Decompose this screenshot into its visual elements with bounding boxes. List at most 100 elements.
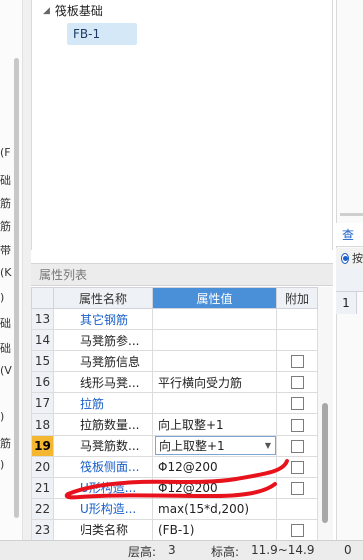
add-cell xyxy=(276,307,318,331)
tree-node-selected[interactable]: FB-1 xyxy=(67,23,137,45)
left-text-7: ) xyxy=(0,291,5,304)
header-name[interactable]: 属性名称 xyxy=(53,287,153,309)
property-value[interactable] xyxy=(152,392,277,415)
row-number[interactable]: 18 xyxy=(31,413,54,436)
right-panel-scrollbar[interactable] xyxy=(340,213,363,216)
collapse-arrow-icon[interactable]: ◢ xyxy=(43,6,50,16)
table-row[interactable]: 23 归类名称 (FB-1) xyxy=(31,518,318,542)
add-checkbox[interactable] xyxy=(290,523,304,537)
property-name[interactable]: U形构造... xyxy=(53,476,153,499)
add-cell xyxy=(276,413,318,436)
property-name[interactable]: 马凳筋数... xyxy=(53,434,153,457)
property-name[interactable]: 拉筋 xyxy=(53,392,153,415)
row-number[interactable]: 23 xyxy=(31,518,54,542)
chevron-down-icon[interactable]: ▼ xyxy=(265,441,271,450)
left-text-2: 础 xyxy=(0,174,11,187)
table-row[interactable]: 17 拉筋 xyxy=(31,392,318,415)
property-name[interactable]: U形构造... xyxy=(53,497,153,520)
add-cell xyxy=(276,476,318,499)
add-cell xyxy=(276,392,318,415)
property-name[interactable]: 归类名称 xyxy=(53,518,153,542)
row-number[interactable]: 17 xyxy=(31,392,54,415)
add-checkbox[interactable] xyxy=(290,460,304,474)
table-row[interactable]: 22 U形构造... max(15*d,200) xyxy=(31,497,318,520)
left-text-3: 筋 xyxy=(0,197,11,210)
property-value[interactable] xyxy=(152,307,277,331)
radio-option[interactable]: 按 xyxy=(336,248,363,268)
tree-node-root[interactable]: ◢ 筏板基础 xyxy=(43,2,103,19)
table-row[interactable]: 13 其它钢筋 xyxy=(31,307,318,331)
row-number[interactable]: 14 xyxy=(31,329,54,352)
property-value[interactable]: 向上取整+1 ▼ xyxy=(152,434,277,457)
add-checkbox[interactable] xyxy=(290,439,304,453)
floor-height-value: 3 xyxy=(168,543,176,557)
left-text-5: 带 xyxy=(0,244,11,257)
property-name[interactable]: 其它钢筋 xyxy=(53,307,153,331)
radio-dot xyxy=(342,255,348,261)
table-row[interactable]: 15 马凳筋信息 xyxy=(31,350,318,373)
status-extra-value: 0 xyxy=(344,543,352,557)
property-value[interactable] xyxy=(152,350,277,373)
property-value[interactable]: Φ12@200 xyxy=(152,455,277,478)
table-scrollbar-thumb[interactable] xyxy=(322,403,328,523)
property-value[interactable]: 平行横向受力筋 xyxy=(152,371,277,394)
row-number[interactable]: 19 xyxy=(31,434,54,457)
row-number[interactable]: 15 xyxy=(31,350,54,373)
table-row[interactable]: 14 马凳筋参... xyxy=(31,329,318,352)
table-row[interactable]: 20 筏板侧面... Φ12@200 xyxy=(31,455,318,478)
property-table: 属性名称 属性值 附加 13 其它钢筋 14 马凳筋参... 15 马凳筋信息 16 线形马凳… xyxy=(31,287,318,542)
table-row[interactable]: 16 线形马凳... 平行横向受力筋 xyxy=(31,371,318,394)
table-row[interactable]: 19 马凳筋数... 向上取整+1 ▼ xyxy=(31,434,318,457)
row-number[interactable]: 22 xyxy=(31,497,54,520)
left-text-8: 础 xyxy=(0,317,11,330)
component-tree: ◢ 筏板基础 FB-1 xyxy=(31,0,333,250)
left-text-13: ) xyxy=(0,458,5,471)
add-cell xyxy=(276,497,318,520)
property-value[interactable]: (FB-1) xyxy=(152,518,277,542)
property-list-title: 属性列表 xyxy=(39,268,88,282)
floor-height-label: 层高: xyxy=(128,545,157,559)
table-row[interactable]: 18 拉筋数量... 向上取整+1 xyxy=(31,413,318,436)
add-cell xyxy=(276,434,318,457)
header-value[interactable]: 属性值 xyxy=(152,287,277,309)
left-text-4: 筋 xyxy=(0,220,11,233)
add-cell xyxy=(276,518,318,542)
add-checkbox[interactable] xyxy=(290,397,304,411)
row-number[interactable]: 20 xyxy=(31,455,54,478)
elevation-label: 标高: xyxy=(211,545,240,559)
add-checkbox[interactable] xyxy=(290,418,304,432)
table-row[interactable]: 21 U形构造... Φ12@200 xyxy=(31,476,318,499)
tab-query[interactable]: 查询 xyxy=(336,223,363,266)
property-value[interactable]: max(15*d,200) xyxy=(152,497,277,520)
status-bar: 层高: 3 标高: 11.9~14.9 0 xyxy=(0,540,363,560)
add-cell xyxy=(276,371,318,394)
row-number[interactable]: 16 xyxy=(31,371,54,394)
add-checkbox[interactable] xyxy=(290,376,304,390)
property-table-header: 属性名称 属性值 附加 xyxy=(31,287,318,309)
property-value[interactable]: 向上取整+1 xyxy=(152,413,277,436)
header-add[interactable]: 附加 xyxy=(276,287,318,309)
radio-button[interactable] xyxy=(341,252,349,264)
row-number[interactable]: 13 xyxy=(31,307,54,331)
property-name[interactable]: 筏板侧面... xyxy=(53,455,153,478)
tree-node-child-label: FB-1 xyxy=(73,27,101,41)
property-name[interactable]: 线形马凳... xyxy=(53,371,153,394)
dropdown-value: 向上取整+1 xyxy=(159,439,225,454)
property-name[interactable]: 拉筋数量... xyxy=(53,413,153,436)
add-cell xyxy=(276,329,318,352)
property-value[interactable] xyxy=(152,329,277,352)
elevation-value: 11.9~14.9 xyxy=(251,543,315,557)
left-text-12: 筋 xyxy=(0,437,11,450)
value-dropdown[interactable]: 向上取整+1 ▼ xyxy=(155,436,276,456)
panel-gutter xyxy=(23,0,31,540)
left-text-11: ) xyxy=(0,410,5,423)
right-grid-header xyxy=(336,268,363,292)
property-name[interactable]: 马凳筋参... xyxy=(53,329,153,352)
add-checkbox[interactable] xyxy=(290,355,304,369)
property-name[interactable]: 马凳筋信息 xyxy=(53,350,153,373)
add-checkbox[interactable] xyxy=(290,481,304,495)
left-text-6: (K xyxy=(0,266,12,279)
property-value[interactable]: Φ12@200 xyxy=(152,476,277,499)
row-number[interactable]: 21 xyxy=(31,476,54,499)
left-scrollbar[interactable] xyxy=(14,58,19,518)
